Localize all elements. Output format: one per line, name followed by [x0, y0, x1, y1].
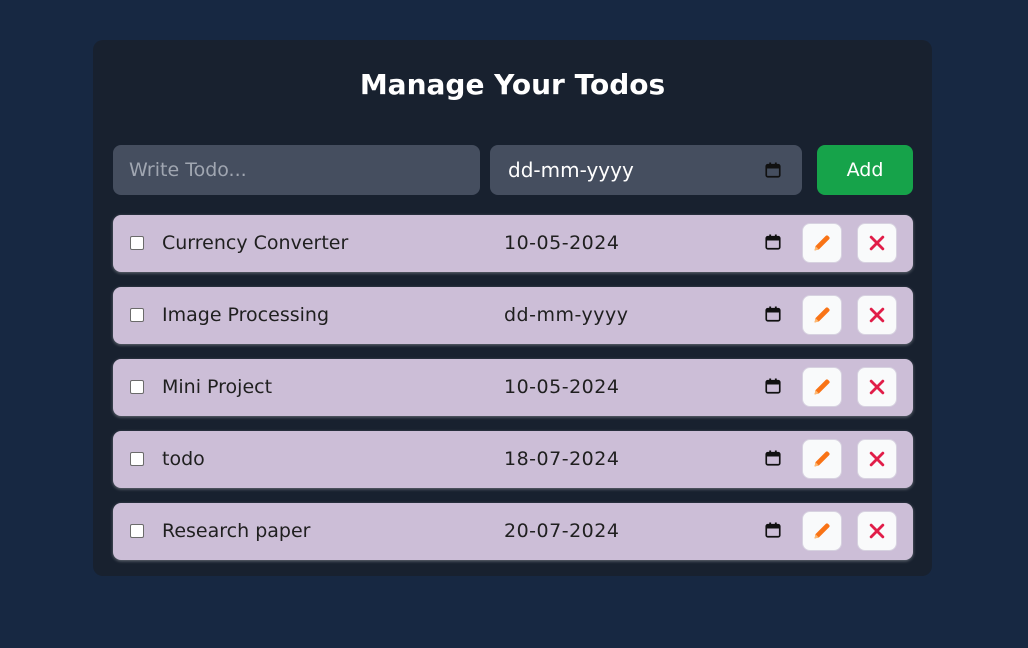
close-icon: [867, 233, 887, 253]
pencil-icon: [812, 449, 832, 469]
calendar-icon[interactable]: [764, 305, 782, 327]
delete-button[interactable]: [857, 511, 897, 551]
todo-date[interactable]: 10-05-2024: [504, 359, 619, 416]
close-icon: [867, 521, 887, 541]
pencil-icon: [812, 305, 832, 325]
todo-checkbox[interactable]: [130, 524, 144, 538]
todo-text[interactable]: Image Processing: [162, 287, 329, 344]
calendar-icon[interactable]: [764, 233, 782, 255]
date-input[interactable]: dd-mm-yyyy: [490, 145, 802, 195]
calendar-icon[interactable]: [764, 377, 782, 399]
close-icon: [867, 305, 887, 325]
todo-input[interactable]: [113, 145, 480, 195]
delete-button[interactable]: [857, 439, 897, 479]
todo-checkbox[interactable]: [130, 236, 144, 250]
edit-button[interactable]: [802, 439, 842, 479]
todo-item: Research paper 20-07-2024: [113, 503, 913, 560]
date-input-value: dd-mm-yyyy: [508, 158, 634, 182]
close-icon: [867, 377, 887, 397]
delete-button[interactable]: [857, 223, 897, 263]
todo-checkbox[interactable]: [130, 380, 144, 394]
todo-date[interactable]: 10-05-2024: [504, 215, 619, 272]
edit-button[interactable]: [802, 295, 842, 335]
delete-button[interactable]: [857, 367, 897, 407]
close-icon: [867, 449, 887, 469]
todo-item: Image Processing dd-mm-yyyy: [113, 287, 913, 344]
todo-checkbox[interactable]: [130, 308, 144, 322]
page-title: Manage Your Todos: [359, 68, 666, 101]
calendar-icon[interactable]: [764, 521, 782, 543]
pencil-icon: [812, 377, 832, 397]
todo-checkbox[interactable]: [130, 452, 144, 466]
todo-date[interactable]: dd-mm-yyyy: [504, 287, 629, 344]
pencil-icon: [812, 233, 832, 253]
add-button[interactable]: Add: [817, 145, 913, 195]
todo-date[interactable]: 18-07-2024: [504, 431, 619, 488]
pencil-icon: [812, 521, 832, 541]
todo-item: todo 18-07-2024: [113, 431, 913, 488]
todo-text[interactable]: todo: [162, 431, 205, 488]
todo-item: Mini Project 10-05-2024: [113, 359, 913, 416]
edit-button[interactable]: [802, 223, 842, 263]
edit-button[interactable]: [802, 367, 842, 407]
calendar-icon[interactable]: [764, 449, 782, 471]
todo-text[interactable]: Research paper: [162, 503, 310, 560]
todo-text[interactable]: Mini Project: [162, 359, 272, 416]
todo-item: Currency Converter 10-05-2024: [113, 215, 913, 272]
todo-text[interactable]: Currency Converter: [162, 215, 348, 272]
todo-date[interactable]: 20-07-2024: [504, 503, 619, 560]
calendar-icon[interactable]: [764, 160, 782, 184]
delete-button[interactable]: [857, 295, 897, 335]
edit-button[interactable]: [802, 511, 842, 551]
